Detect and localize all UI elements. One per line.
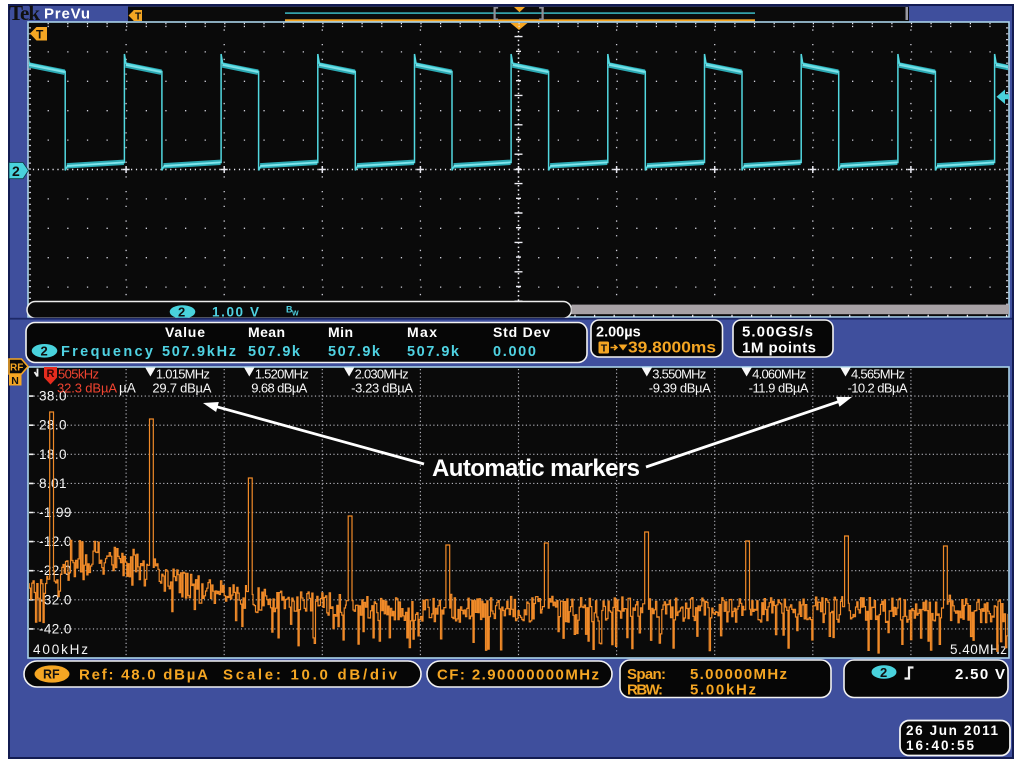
svg-text:507.9k: 507.9k	[407, 344, 460, 360]
svg-text:29.7 dBµA: 29.7 dBµA	[152, 381, 211, 396]
svg-text:2: 2	[880, 665, 887, 680]
svg-text:Mean: Mean	[248, 324, 285, 340]
svg-text:26 Jun 2011: 26 Jun 2011	[906, 723, 998, 738]
svg-text:T: T	[601, 343, 608, 355]
svg-text:507.9k: 507.9k	[328, 344, 381, 360]
svg-text:-3.23 dBµA: -3.23 dBµA	[351, 381, 413, 396]
svg-text:-9.39 dBµA: -9.39 dBµA	[649, 381, 711, 396]
svg-text:2.00µs: 2.00µs	[596, 325, 641, 341]
svg-text:2: 2	[12, 163, 20, 179]
svg-text:RBW:: RBW:	[627, 682, 663, 699]
svg-text:4.565MHz: 4.565MHz	[851, 367, 905, 382]
svg-text:-11.9 dBµA: -11.9 dBµA	[749, 381, 809, 396]
svg-text:3.550MHz: 3.550MHz	[652, 367, 706, 382]
svg-text:1.520MHz: 1.520MHz	[255, 367, 309, 382]
svg-text:RF: RF	[43, 668, 60, 682]
svg-text:W: W	[292, 311, 299, 318]
svg-text:-12.0: -12.0	[39, 534, 72, 549]
svg-text:Std Dev: Std Dev	[493, 324, 550, 340]
svg-text:Ref: 48.0 dBµA: Ref: 48.0 dBµA	[79, 667, 208, 684]
svg-text:CF: 2.90000000MHz: CF: 2.90000000MHz	[437, 667, 599, 684]
svg-text:507.9k: 507.9k	[248, 344, 301, 360]
svg-text:5.00GS/s: 5.00GS/s	[742, 324, 813, 341]
svg-text:507.9kHz: 507.9kHz	[162, 344, 236, 360]
svg-text:2.030MHz: 2.030MHz	[355, 367, 409, 382]
svg-text:Max: Max	[407, 324, 437, 340]
svg-text:2.50 V: 2.50 V	[955, 666, 1005, 683]
svg-text:µA: µA	[119, 381, 136, 396]
svg-text:4.060MHz: 4.060MHz	[752, 367, 806, 382]
svg-text:505kHz: 505kHz	[58, 367, 99, 382]
svg-text:0.000: 0.000	[493, 344, 536, 360]
svg-text:16:40:55: 16:40:55	[906, 738, 974, 753]
svg-text:5.40MHz: 5.40MHz	[950, 642, 1007, 657]
svg-text:-22.0: -22.0	[39, 563, 72, 578]
svg-text:Frequency: Frequency	[61, 344, 153, 360]
svg-text:PreVu: PreVu	[44, 6, 90, 23]
svg-text:Value: Value	[165, 324, 205, 340]
svg-text:-42.0: -42.0	[39, 621, 72, 636]
svg-text:Span:: Span:	[627, 666, 666, 683]
svg-text:Automatic markers: Automatic markers	[432, 455, 640, 482]
svg-text:32.3 dBµA: 32.3 dBµA	[57, 381, 117, 396]
svg-text:1.015MHz: 1.015MHz	[156, 367, 210, 382]
svg-text:2: 2	[178, 305, 185, 320]
svg-text:5.00kHz: 5.00kHz	[690, 682, 756, 699]
svg-text:9.68 dBµA: 9.68 dBµA	[251, 381, 307, 396]
svg-text:-1.99: -1.99	[39, 505, 72, 520]
svg-text:RF: RF	[10, 363, 23, 374]
svg-text:T: T	[36, 28, 44, 42]
svg-text:5.00000MHz: 5.00000MHz	[690, 666, 787, 683]
svg-text:39.8000ms: 39.8000ms	[628, 340, 716, 357]
svg-text:T: T	[135, 12, 141, 23]
svg-text:2: 2	[41, 344, 48, 359]
svg-text:1.00 V: 1.00 V	[212, 304, 260, 319]
svg-text:N: N	[11, 375, 19, 387]
svg-text:Min: Min	[328, 324, 353, 340]
svg-text:-10.2 dBµA: -10.2 dBµA	[848, 381, 908, 396]
svg-text:R: R	[47, 368, 55, 380]
svg-text:1M points: 1M points	[742, 340, 816, 357]
